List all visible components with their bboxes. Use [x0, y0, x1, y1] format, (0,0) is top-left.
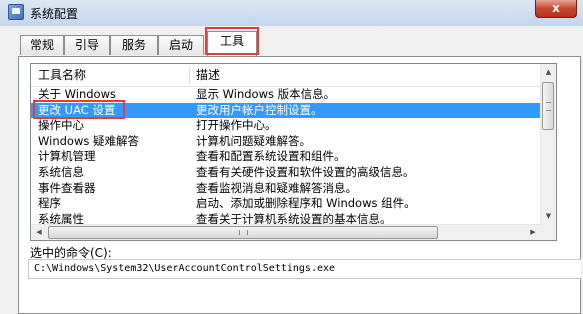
list-item[interactable]: 操作中心 打开操作中心。: [31, 118, 541, 134]
scroll-down-icon[interactable]: ▼: [541, 208, 556, 224]
uac-row-highlight: [33, 100, 125, 119]
tool-name: Windows 疑难解答: [38, 133, 139, 148]
window-title: 系统配置: [30, 7, 79, 21]
tool-name: 事件查看器: [38, 180, 96, 195]
tool-name: 计算机管理: [38, 149, 96, 164]
list-item[interactable]: 程序 启动、添加或删除程序和 Windows 组件。: [31, 196, 541, 212]
selected-command-field[interactable]: C:\Windows\System32\UserAccountControlSe…: [28, 259, 581, 279]
tool-description: 查看有关硬件设置和软件设置的高级信息。: [196, 164, 415, 179]
close-icon: x: [552, 1, 560, 15]
vertical-scroll-thumb[interactable]: [542, 82, 554, 130]
tools-tab-highlight: [205, 27, 259, 55]
tool-description: 计算机问题疑难解答。: [196, 133, 311, 148]
vertical-scrollbar[interactable]: ▲ ▼: [540, 64, 556, 240]
horizontal-scroll-thumb[interactable]: [48, 226, 438, 239]
system-config-window: 系统配置 x 常规 引导 服务 启动 工具 工具名称 描述 关于 Windows…: [0, 0, 583, 314]
tool-description: 显示 Windows 版本信息。: [196, 87, 336, 101]
scroll-left-icon[interactable]: ◀: [31, 225, 47, 240]
tools-list[interactable]: 工具名称 描述 关于 Windows 显示 Windows 版本信息。 更改 U…: [30, 63, 557, 241]
tab-general[interactable]: 常规: [20, 35, 64, 55]
scroll-up-icon[interactable]: ▲: [541, 64, 556, 80]
scroll-corner: [540, 224, 556, 240]
title-bar[interactable]: 系统配置 x: [0, 0, 583, 26]
column-header-tool-name[interactable]: 工具名称: [31, 64, 189, 86]
app-icon: [8, 4, 24, 20]
scroll-right-icon[interactable]: ▶: [525, 225, 541, 240]
list-item[interactable]: Windows 疑难解答 计算机问题疑难解答。: [31, 134, 541, 150]
tab-boot[interactable]: 引导: [64, 35, 110, 55]
tool-description: 打开操作中心。: [196, 118, 277, 133]
list-item[interactable]: 事件查看器 查看监视消息和疑难解答消息。: [31, 181, 541, 197]
tab-startup[interactable]: 启动: [158, 35, 204, 55]
list-header: 工具名称 描述: [31, 64, 541, 87]
tool-name: 系统信息: [38, 164, 84, 179]
tab-services[interactable]: 服务: [110, 35, 158, 55]
tool-description: 更改用户帐户控制设置。: [196, 102, 323, 117]
tool-description: 启动、添加或删除程序和 Windows 组件。: [196, 196, 416, 211]
tool-name: 程序: [38, 196, 61, 211]
list-item[interactable]: 计算机管理 查看和配置系统设置和组件。: [31, 149, 541, 165]
tool-description: 查看和配置系统设置和组件。: [196, 149, 346, 164]
column-header-description[interactable]: 描述: [189, 64, 539, 86]
horizontal-scrollbar[interactable]: ◀ ▶: [31, 224, 541, 240]
close-button[interactable]: x: [535, 0, 577, 18]
list-item[interactable]: 系统信息 查看有关硬件设置和软件设置的高级信息。: [31, 165, 541, 181]
tool-description: 查看监视消息和疑难解答消息。: [196, 180, 357, 195]
tool-name: 操作中心: [38, 118, 84, 133]
